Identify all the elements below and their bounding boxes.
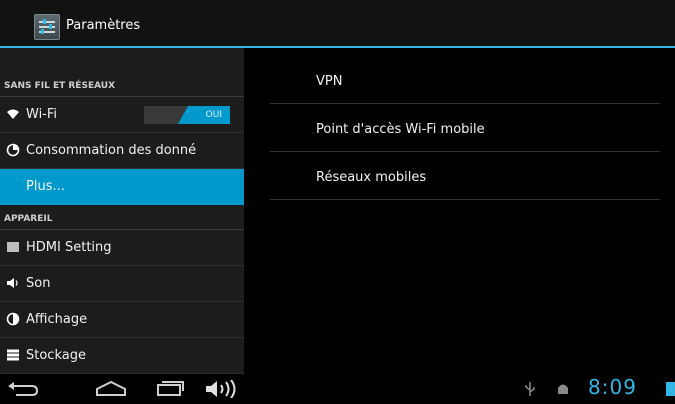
system-bar: 8:09 (0, 374, 675, 404)
settings-item-mobile-networks[interactable]: Réseaux mobiles (270, 152, 660, 200)
settings-item-vpn[interactable]: VPN (270, 56, 660, 104)
recent-apps-icon[interactable] (152, 380, 186, 398)
settings-item-wifi[interactable]: Wi-Fi OUI (0, 97, 244, 133)
more-settings-panel: VPN Point d'accès Wi-Fi mobile Réseaux m… (244, 48, 675, 374)
settings-item-hotspot[interactable]: Point d'accès Wi-Fi mobile (270, 104, 660, 152)
vpn-label: VPN (316, 74, 343, 89)
mobile-networks-label: Réseaux mobiles (316, 170, 427, 185)
storage-icon (6, 348, 20, 362)
storage-label: Stockage (26, 348, 86, 363)
settings-item-storage[interactable]: Stockage (0, 338, 244, 374)
wifi-toggle-on-label: OUI (178, 106, 230, 124)
android-debug-icon (556, 380, 570, 398)
action-bar: Paramètres (0, 0, 675, 48)
data-usage-icon (6, 143, 20, 157)
section-header-device: APPAREIL (0, 205, 244, 230)
display-icon (6, 312, 20, 326)
usb-icon (524, 380, 536, 398)
volume-icon[interactable] (204, 379, 244, 399)
settings-item-display[interactable]: Affichage (0, 302, 244, 338)
hotspot-label: Point d'accès Wi-Fi mobile (316, 122, 485, 137)
settings-item-data-usage[interactable]: Consommation des donné (0, 133, 244, 169)
data-usage-label: Consommation des donné (26, 143, 197, 158)
speaker-icon (6, 276, 20, 290)
sound-label: Son (26, 276, 51, 291)
battery-icon (666, 382, 675, 396)
more-label: Plus... (26, 179, 65, 194)
status-clock: 8:09 (588, 375, 637, 399)
home-icon[interactable] (94, 380, 128, 398)
settings-headers-list: SANS FIL ET RÉSEAUX Wi-Fi OUI Consommati… (0, 48, 244, 374)
settings-item-more[interactable]: Plus... (0, 169, 244, 205)
wifi-icon (6, 107, 20, 121)
hdmi-icon (6, 240, 20, 254)
hdmi-label: HDMI Setting (26, 240, 112, 255)
wifi-toggle[interactable]: OUI (144, 106, 230, 124)
page-title: Paramètres (66, 18, 141, 33)
section-header-wireless: SANS FIL ET RÉSEAUX (0, 72, 244, 97)
settings-app-icon[interactable] (34, 14, 60, 40)
wifi-label: Wi-Fi (26, 107, 58, 122)
display-label: Affichage (26, 312, 88, 327)
settings-item-sound[interactable]: Son (0, 266, 244, 302)
back-icon[interactable] (6, 380, 40, 398)
settings-item-hdmi[interactable]: HDMI Setting (0, 230, 244, 266)
